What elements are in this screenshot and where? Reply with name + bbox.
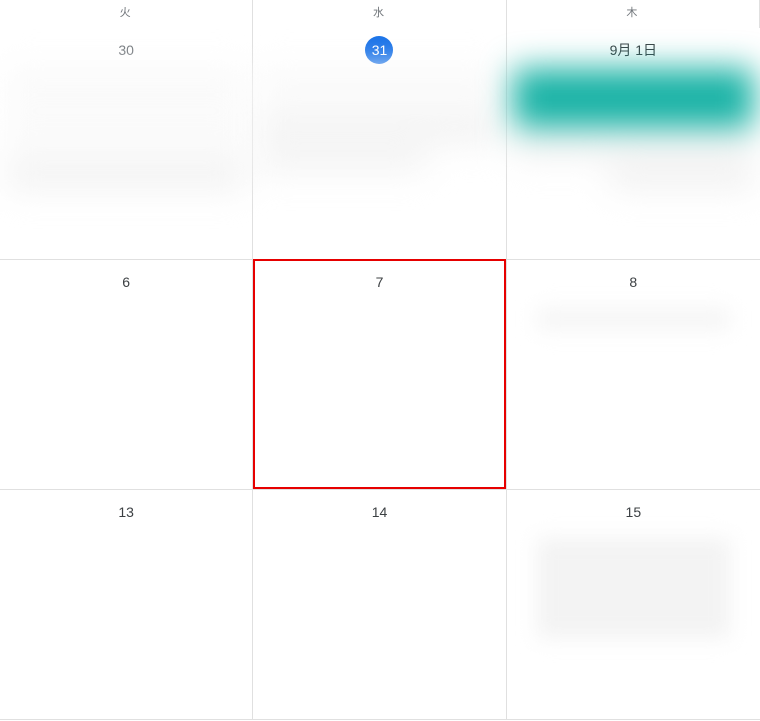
day-cell[interactable]: 9月 1日 xyxy=(507,28,760,260)
blurred-events xyxy=(537,308,730,330)
day-cell[interactable]: 6 xyxy=(0,260,253,490)
day-header-thu: 木 xyxy=(507,0,760,28)
day-cell[interactable]: 30 xyxy=(0,28,253,260)
blurred-events xyxy=(537,538,730,638)
day-header-wed: 水 xyxy=(253,0,506,28)
day-cell[interactable]: 31 xyxy=(253,28,506,260)
date-number[interactable]: 14 xyxy=(372,504,388,520)
day-cell[interactable]: 15 xyxy=(507,490,760,720)
blurred-events xyxy=(513,68,754,253)
date-number[interactable]: 9月 1日 xyxy=(610,42,657,58)
date-number-today[interactable]: 31 xyxy=(365,36,393,64)
date-number[interactable]: 6 xyxy=(122,274,130,290)
day-cell-highlighted[interactable]: 7 xyxy=(253,260,506,490)
day-cell[interactable]: 14 xyxy=(253,490,506,720)
day-header-tue: 火 xyxy=(0,0,253,28)
date-number[interactable]: 7 xyxy=(376,274,384,290)
date-number[interactable]: 13 xyxy=(118,504,134,520)
blurred-events xyxy=(259,68,499,253)
day-cell[interactable]: 13 xyxy=(0,490,253,720)
calendar-grid: 火 水 木 30 31 9月 1日 xyxy=(0,0,760,720)
day-cell[interactable]: 8 xyxy=(507,260,760,490)
date-number[interactable]: 15 xyxy=(626,504,642,520)
date-number[interactable]: 8 xyxy=(629,274,637,290)
blurred-events xyxy=(6,68,246,253)
date-number[interactable]: 30 xyxy=(118,42,134,58)
